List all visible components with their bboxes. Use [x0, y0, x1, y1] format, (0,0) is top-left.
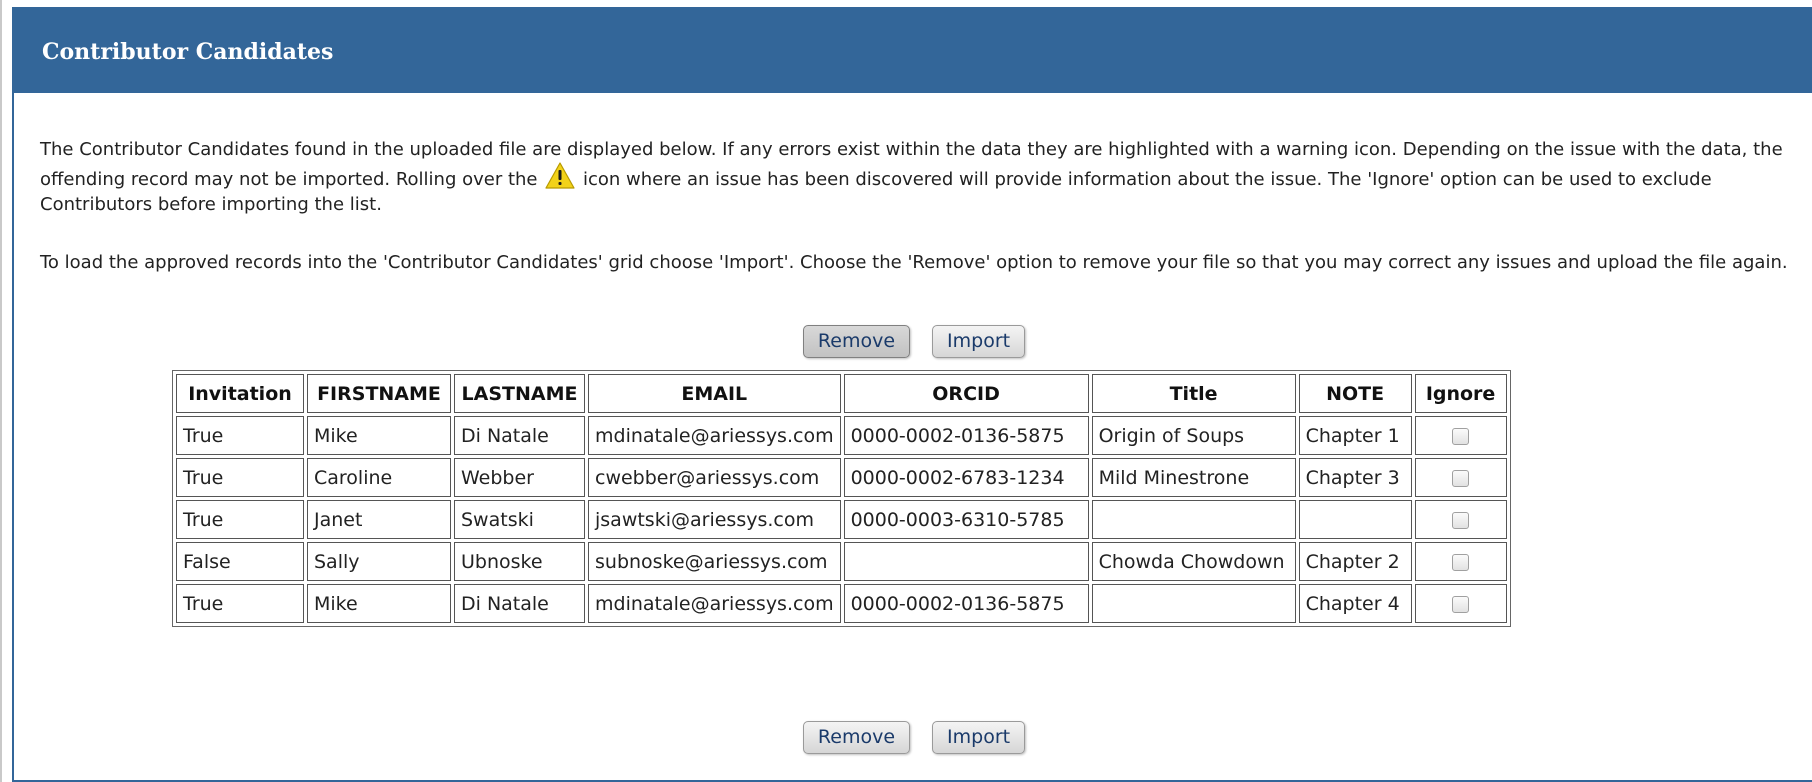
cell-email: mdinatale@ariessys.com	[588, 584, 841, 623]
cell-email: jsawtski@ariessys.com	[588, 500, 841, 539]
remove-button-bottom[interactable]: Remove	[802, 721, 911, 754]
table-row: True Caroline Webber cwebber@ariessys.co…	[176, 458, 1507, 497]
cell-orcid: 0000-0002-6783-1234	[843, 458, 1089, 497]
ignore-checkbox[interactable]	[1452, 511, 1470, 529]
import-button-top[interactable]: Import	[932, 325, 1026, 358]
cell-lastname: Webber	[454, 458, 585, 497]
panel-title: Contributor Candidates	[42, 39, 334, 65]
remove-button-top[interactable]: Remove	[802, 325, 911, 358]
cell-firstname: Caroline	[307, 458, 451, 497]
ignore-checkbox[interactable]	[1452, 469, 1470, 487]
cell-firstname: Mike	[307, 416, 451, 455]
panel-body: The Contributor Candidates found in the …	[12, 93, 1812, 782]
cell-invitation: True	[176, 458, 304, 497]
cell-lastname: Di Natale	[454, 416, 585, 455]
cell-orcid: 0000-0002-0136-5875	[843, 584, 1089, 623]
cell-invitation: True	[176, 584, 304, 623]
table-row: True Mike Di Natale mdinatale@ariessys.c…	[176, 584, 1507, 623]
cell-ignore	[1414, 416, 1507, 455]
cell-invitation: True	[176, 416, 304, 455]
cell-title: Mild Minestrone	[1091, 458, 1296, 497]
column-header-lastname: LASTNAME	[454, 374, 585, 413]
cell-note: Chapter 1	[1298, 416, 1412, 455]
cell-firstname: Mike	[307, 584, 451, 623]
table-row: True Mike Di Natale mdinatale@ariessys.c…	[176, 416, 1507, 455]
cell-email: mdinatale@ariessys.com	[588, 416, 841, 455]
ignore-checkbox[interactable]	[1452, 595, 1470, 613]
warning-icon	[545, 162, 575, 189]
table-header-row: Invitation FIRSTNAME LASTNAME EMAIL ORCI…	[176, 374, 1507, 413]
cell-orcid: 0000-0003-6310-5785	[843, 500, 1089, 539]
cell-email: cwebber@ariessys.com	[588, 458, 841, 497]
import-button-bottom[interactable]: Import	[932, 721, 1026, 754]
ignore-checkbox[interactable]	[1452, 553, 1470, 571]
cell-invitation: False	[176, 542, 304, 581]
instructions-paragraph: To load the approved records into the 'C…	[40, 252, 1788, 273]
table-row: True Janet Swatski jsawtski@ariessys.com…	[176, 500, 1507, 539]
cell-title: Chowda Chowdown	[1091, 542, 1296, 581]
column-header-email: EMAIL	[588, 374, 841, 413]
table-row: False Sally Ubnoske subnoske@ariessys.co…	[176, 542, 1507, 581]
cell-lastname: Swatski	[454, 500, 585, 539]
column-header-ignore: Ignore	[1414, 374, 1507, 413]
column-header-title: Title	[1091, 374, 1296, 413]
panel-header: Contributor Candidates	[12, 7, 1812, 93]
cell-ignore	[1414, 458, 1507, 497]
column-header-invitation: Invitation	[176, 374, 304, 413]
cell-email: subnoske@ariessys.com	[588, 542, 841, 581]
intro-paragraph: The Contributor Candidates found in the …	[40, 137, 1800, 217]
cell-title	[1091, 584, 1296, 623]
cell-orcid: 0000-0002-0136-5875	[843, 416, 1089, 455]
cell-note: Chapter 2	[1298, 542, 1412, 581]
ignore-checkbox[interactable]	[1452, 427, 1470, 445]
cell-lastname: Ubnoske	[454, 542, 585, 581]
contributor-candidates-table: Invitation FIRSTNAME LASTNAME EMAIL ORCI…	[172, 370, 1511, 627]
column-header-firstname: FIRSTNAME	[307, 374, 451, 413]
cell-invitation: True	[176, 500, 304, 539]
column-header-orcid: ORCID	[843, 374, 1089, 413]
cell-title: Origin of Soups	[1091, 416, 1296, 455]
cell-firstname: Janet	[307, 500, 451, 539]
cell-title	[1091, 500, 1296, 539]
cell-note: Chapter 3	[1298, 458, 1412, 497]
cell-note	[1298, 500, 1412, 539]
cell-note: Chapter 4	[1298, 584, 1412, 623]
column-header-note: NOTE	[1298, 374, 1412, 413]
cell-ignore	[1414, 542, 1507, 581]
cell-firstname: Sally	[307, 542, 451, 581]
cell-ignore	[1414, 584, 1507, 623]
cell-ignore	[1414, 500, 1507, 539]
bottom-button-row: Remove Import	[14, 721, 1812, 754]
top-button-row: Remove Import	[14, 325, 1812, 358]
contributor-candidates-panel: Contributor Candidates The Contributor C…	[0, 0, 1812, 782]
cell-orcid	[843, 542, 1089, 581]
cell-lastname: Di Natale	[454, 584, 585, 623]
